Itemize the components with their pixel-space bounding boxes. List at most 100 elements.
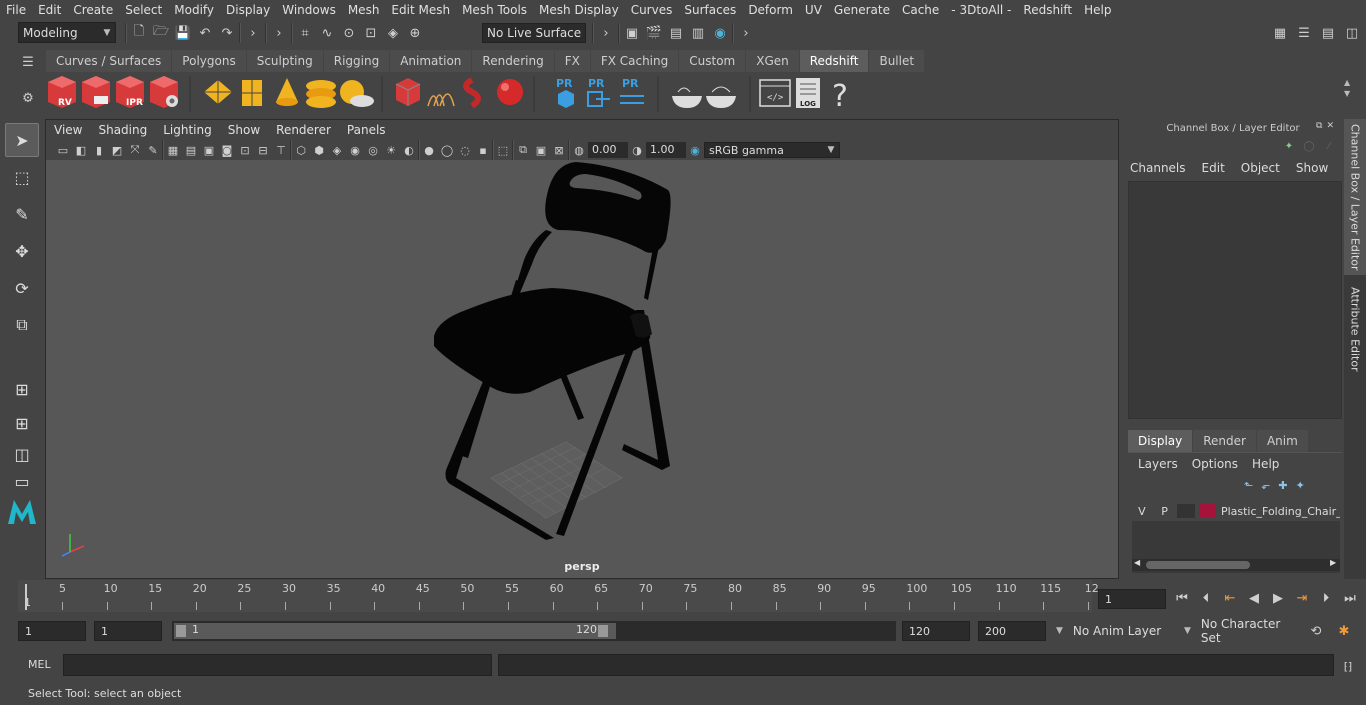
snap-surface-icon[interactable]: ◈ [383,23,403,43]
menu-deform[interactable]: Deform [742,3,799,17]
gamma-field[interactable]: 1.00 [646,142,686,158]
safe-title-icon[interactable]: ⊤ [272,141,290,159]
new-scene-icon[interactable]: 🗋 [129,23,149,43]
tab-polygons[interactable]: Polygons [172,50,246,72]
hair-icon[interactable] [427,93,455,107]
go-to-end-icon[interactable]: ⏭ [1340,588,1360,608]
anim-layer-dropdown[interactable]: ▼ No Anim Layer [1052,621,1192,641]
viewport-menu-lighting[interactable]: Lighting [155,123,220,137]
tab-curves-surfaces[interactable]: Curves / Surfaces [46,50,172,72]
tab-animation[interactable]: Animation [390,50,472,72]
proxy-cube-icon[interactable] [395,78,421,106]
tab-xgen[interactable]: XGen [746,50,799,72]
film-gate-icon[interactable]: ▤ [182,141,200,159]
chevron-right-icon[interactable]: ▶ [1330,558,1336,567]
current-frame-field[interactable]: 1 [1098,589,1166,609]
move-layer-up-icon[interactable]: ⬑ [1244,479,1253,492]
shelf-settings-button[interactable]: ⚙ [18,88,38,108]
anti-alias-icon[interactable]: ◌ [456,141,474,159]
isolate-select-icon[interactable]: ⬚ [494,141,512,159]
attribute-editor-icon[interactable]: ▤ [1318,23,1338,43]
viewport-menu-view[interactable]: View [46,123,90,137]
menu-mesh[interactable]: Mesh [342,3,386,17]
xray-icon[interactable]: ◎ [364,141,382,159]
render-settings-icon[interactable]: ▥ [688,23,708,43]
channel-menu-channels[interactable]: Channels [1130,161,1186,175]
move-layer-down-icon[interactable]: ⬐ [1261,479,1270,492]
shadows-icon[interactable]: ◐ [400,141,418,159]
uv-layout-icon[interactable] [204,80,232,104]
rotate-tool-button[interactable]: ⟳ [5,271,39,305]
side-tab-attribute-editor[interactable]: Attribute Editor [1344,281,1366,377]
log-file-icon[interactable]: LOG [796,78,820,108]
lights-icon[interactable]: ☀ [382,141,400,159]
camera-attr-icon[interactable]: ◧ [72,141,90,159]
resolution-gate-icon[interactable]: ▣ [200,141,218,159]
menu-surfaces[interactable]: Surfaces [678,3,742,17]
wireframe-icon[interactable]: ⬡ [292,141,310,159]
layer-tab-render[interactable]: Render [1193,430,1256,452]
step-forward-key-icon[interactable]: ⇥ [1292,588,1312,608]
current-time-marker[interactable] [25,584,27,610]
range-handle-end[interactable] [598,625,608,637]
layer-tab-anim[interactable]: Anim [1256,430,1308,452]
chevron-right-icon[interactable]: › [596,23,616,43]
camera-icon[interactable]: ▭ [54,141,72,159]
edit-icon[interactable]: ⁄ [1322,139,1336,153]
xray-joints-icon[interactable]: ⧉ [514,141,532,159]
ipr-render-icon[interactable]: ▤ [666,23,686,43]
command-input[interactable] [63,654,492,676]
channel-menu-show[interactable]: Show [1296,161,1328,175]
chevron-right-icon[interactable]: › [736,23,756,43]
menu-3dtoall[interactable]: - 3DtoAll - [945,3,1017,17]
tab-rigging[interactable]: Rigging [323,50,390,72]
paint-select-tool-button[interactable]: ✎ [5,197,39,231]
shelf-scroll[interactable]: ▲ ▼ [1344,78,1350,98]
layer-scrollbar[interactable]: ◀ ▶ [1132,558,1340,571]
scrollbar-thumb[interactable] [1146,561,1250,569]
chevron-right-icon[interactable]: › [269,23,289,43]
lasso-tool-button[interactable]: ⬚ [5,160,39,194]
redshift-settings-icon[interactable] [150,76,178,108]
command-language-label[interactable]: MEL [28,658,51,671]
depth-of-field-icon[interactable]: ▪ [474,141,492,159]
tab-redshift[interactable]: Redshift [799,50,869,72]
layer-menu-options[interactable]: Options [1192,457,1238,471]
select-tool-button[interactable]: ➤ [5,123,39,157]
xray-active-icon[interactable]: ▣ [532,141,550,159]
bookmark-icon[interactable]: ▮ [90,141,108,159]
move-tool-button[interactable]: ✥ [5,234,39,268]
menu-redshift[interactable]: Redshift [1017,3,1078,17]
hypershade-icon[interactable]: ◉ [710,23,730,43]
step-back-icon[interactable]: ⏴ [1196,588,1216,608]
layer-display-type[interactable] [1177,504,1196,518]
sun-sky-icon[interactable] [340,80,374,107]
auto-key-icon[interactable]: ⟲ [1306,621,1326,641]
scene-end-field[interactable]: 200 [978,621,1046,641]
float-icon[interactable]: ⧉ [1316,121,1322,131]
material-pie-icon[interactable] [706,86,736,108]
gamma-icon[interactable]: ◑ [628,141,646,159]
chevron-right-icon[interactable]: › [243,23,263,43]
grid-toggle-icon[interactable]: ▦ [164,141,182,159]
color-space-dropdown[interactable]: sRGB gamma ▼ [704,142,840,158]
mode-dropdown[interactable]: Modeling ▼ [18,22,116,43]
safe-action-icon[interactable]: ⊟ [254,141,272,159]
menu-generate[interactable]: Generate [828,3,896,17]
chevron-up-icon[interactable]: ▲ [1344,78,1350,87]
render-view-icon[interactable]: ▣ [622,23,642,43]
layer-playback-toggle[interactable]: P [1154,505,1176,518]
redshift-render-icon[interactable] [82,76,110,108]
pr-export-icon[interactable]: PR [587,77,610,107]
layer-row[interactable]: V P Plastic_Folding_Chair_ [1132,501,1340,521]
menu-file[interactable]: File [0,3,32,17]
viewport-menu-renderer[interactable]: Renderer [268,123,339,137]
layout-single-button[interactable]: ⊞ [5,409,39,437]
scene-start-field[interactable]: 1 [18,621,86,641]
scale-tool-button[interactable]: ⧉ [5,308,39,342]
exposure-field[interactable]: 0.00 [588,142,628,158]
sphere-icon[interactable] [497,79,523,105]
grid-tiles-icon[interactable] [242,80,262,106]
soft-select-button[interactable]: ⊞ [5,372,39,406]
script-editor-icon[interactable]: </> [759,79,791,107]
